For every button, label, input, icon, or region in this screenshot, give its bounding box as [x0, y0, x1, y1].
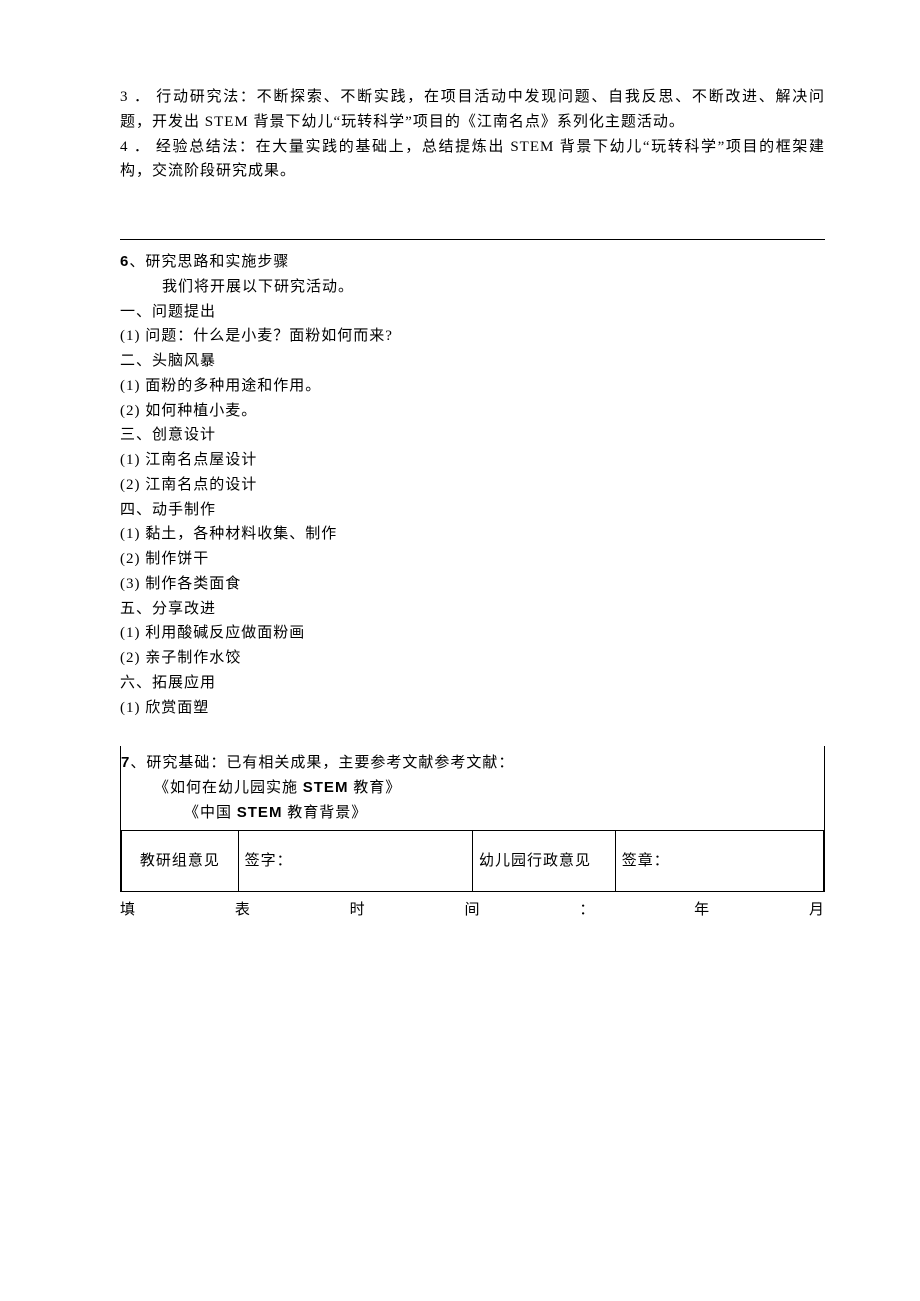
s6-h1-1: (1) 问题：什么是小麦？面粉如何而来? [120, 324, 825, 349]
s6-h4-2: (2) 制作饼干 [120, 547, 825, 572]
foot-table: 表 [235, 898, 251, 923]
s6-h1: 一、问题提出 [120, 300, 825, 325]
foot-time2: 间 [464, 898, 480, 923]
ref1-right: 教育》 [348, 780, 401, 796]
s6-h2: 二、头脑风暴 [120, 349, 825, 374]
section-6-title: 研究思路和实施步骤 [145, 254, 289, 270]
s6-h5-2: (2) 亲子制作水饺 [120, 646, 825, 671]
reference-2: 《中国 STEM 教育背景》 [121, 801, 816, 826]
num-4: 4 [120, 139, 129, 155]
method-item-4: 4 ． 经验总结法：在大量实践的基础上，总结提炼出 STEM 背景下幼儿“玩转科… [120, 135, 825, 185]
s6-h3: 三、创意设计 [120, 423, 825, 448]
foot-month: 月 [809, 898, 825, 923]
dot: ． [134, 89, 151, 105]
section-7-heading: 7、研究基础：已有相关成果，主要参考文献参考文献： [121, 751, 816, 776]
foot-time1: 时 [350, 898, 366, 923]
method-4-text: 经验总结法：在大量实践的基础上，总结提炼出 STEM 背景下幼儿“玩转科学”项目… [120, 139, 825, 180]
sep: 、 [129, 254, 145, 270]
section-7-num: 7 [121, 754, 130, 771]
cell-admin-opinion: 幼儿园行政意见 [472, 830, 615, 892]
method-item-3: 3 ． 行动研究法：不断探索、不断实践，在项目活动中发现问题、自我反思、不断改进… [120, 85, 825, 135]
dot: ． [134, 139, 151, 155]
sep: 、 [130, 755, 146, 771]
table-row: 教研组意见 签字： 幼儿园行政意见 签章： [122, 830, 824, 892]
foot-colon: ： [579, 898, 595, 923]
section-6-heading: 6、研究思路和实施步骤 [120, 250, 825, 275]
divider-line [120, 239, 825, 240]
document-page: 3 ． 行动研究法：不断探索、不断实践，在项目活动中发现问题、自我反思、不断改进… [0, 0, 920, 1301]
s6-h2-2: (2) 如何种植小麦。 [120, 399, 825, 424]
ref2-right: 教育背景》 [282, 805, 367, 821]
s6-h3-1: (1) 江南名点屋设计 [120, 448, 825, 473]
s6-h4: 四、动手制作 [120, 498, 825, 523]
s6-h6-1: (1) 欣赏面塑 [120, 696, 825, 721]
ref2-left: 《中国 [184, 805, 237, 821]
foot-fill: 填 [120, 898, 136, 923]
ref1-left: 《如何在幼儿园实施 [154, 780, 303, 796]
s6-h3-2: (2) 江南名点的设计 [120, 473, 825, 498]
section-6-intro: 我们将开展以下研究活动。 [120, 275, 825, 300]
reference-1: 《如何在幼儿园实施 STEM 教育》 [121, 776, 816, 801]
section-7-title: 研究基础：已有相关成果，主要参考文献参考文献： [146, 755, 514, 771]
s6-h2-1: (1) 面粉的多种用途和作用。 [120, 374, 825, 399]
signature-table: 教研组意见 签字： 幼儿园行政意见 签章： [121, 830, 824, 893]
s6-h4-3: (3) 制作各类面食 [120, 572, 825, 597]
ref2-stem: STEM [237, 804, 283, 821]
s6-h5: 五、分享改进 [120, 597, 825, 622]
method-3-text: 行动研究法：不断探索、不断实践，在项目活动中发现问题、自我反思、不断改进、解决问… [120, 89, 825, 130]
s6-h4-1: (1) 黏土，各种材料收集、制作 [120, 522, 825, 547]
foot-year: 年 [694, 898, 710, 923]
footer-date-row: 填 表 时 间 ： 年 月 [120, 898, 825, 923]
section-7-box: 7、研究基础：已有相关成果，主要参考文献参考文献： 《如何在幼儿园实施 STEM… [120, 746, 825, 892]
cell-opinion-group: 教研组意见 [122, 830, 239, 892]
cell-seal[interactable]: 签章： [615, 830, 823, 892]
s6-h6: 六、拓展应用 [120, 671, 825, 696]
num-3: 3 [120, 89, 129, 105]
section-6-num: 6 [120, 253, 129, 270]
s6-h5-1: (1) 利用酸碱反应做面粉画 [120, 621, 825, 646]
cell-sign[interactable]: 签字： [238, 830, 472, 892]
ref1-stem: STEM [303, 779, 349, 796]
